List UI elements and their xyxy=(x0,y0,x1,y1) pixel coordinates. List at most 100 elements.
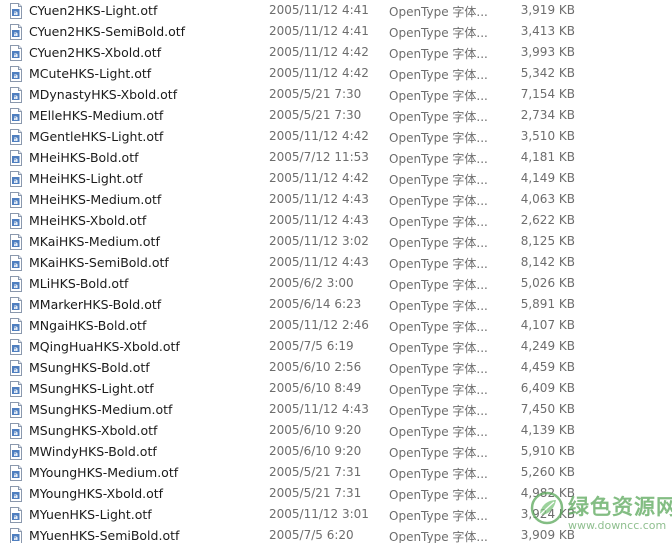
file-size: 3,909 KB xyxy=(520,528,575,542)
svg-text:a: a xyxy=(14,135,18,143)
file-type: OpenType 字体... xyxy=(389,341,488,355)
file-name: MHeiHKS-Medium.otf xyxy=(29,192,162,207)
svg-text:a: a xyxy=(14,324,18,332)
font-file-icon: a xyxy=(9,234,23,250)
file-row[interactable]: a MCuteHKS-Light.otf 2005/11/12 4:42 OpenTy… xyxy=(0,63,672,84)
svg-text:a: a xyxy=(14,51,18,59)
file-name: MLiHKS-Bold.otf xyxy=(29,276,129,291)
file-size: 8,142 KB xyxy=(520,255,575,269)
file-row[interactable]: a MHeiHKS-Xbold.otf 2005/11/12 4:43 OpenTyp… xyxy=(0,210,672,231)
svg-text:a: a xyxy=(14,219,18,227)
svg-text:a: a xyxy=(14,387,18,395)
file-row[interactable]: a MSungHKS-Bold.otf 2005/6/10 2:56 OpenType… xyxy=(0,357,672,378)
file-row[interactable]: a CYuen2HKS-Light.otf 2005/11/12 4:41 OpenT… xyxy=(0,0,672,21)
file-row[interactable]: a MWindyHKS-Bold.otf 2005/6/10 9:20 OpenTyp… xyxy=(0,441,672,462)
svg-text:a: a xyxy=(14,366,18,374)
file-date-modified: 2005/11/12 4:43 xyxy=(269,402,369,416)
svg-text:a: a xyxy=(14,261,18,269)
file-date-modified: 2005/6/14 6:23 xyxy=(269,297,362,311)
file-size: 4,249 KB xyxy=(520,339,575,353)
font-file-icon: a xyxy=(9,339,23,355)
file-date-modified: 2005/5/21 7:31 xyxy=(269,486,362,500)
file-size: 5,260 KB xyxy=(520,465,575,479)
file-size: 3,924 KB xyxy=(520,507,575,521)
file-type: OpenType 字体... xyxy=(389,131,488,145)
file-size: 2,734 KB xyxy=(520,108,575,122)
file-type: OpenType 字体... xyxy=(389,89,488,103)
file-row[interactable]: a MHeiHKS-Light.otf 2005/11/12 4:42 OpenTyp… xyxy=(0,168,672,189)
file-type: OpenType 字体... xyxy=(389,320,488,334)
file-type: OpenType 字体... xyxy=(389,299,488,313)
file-row[interactable]: a MKaiHKS-SemiBold.otf 2005/11/12 4:43 Open… xyxy=(0,252,672,273)
file-row[interactable]: a CYuen2HKS-SemiBold.otf 2005/11/12 4:41 Op… xyxy=(0,21,672,42)
file-date-modified: 2005/6/10 8:49 xyxy=(269,381,362,395)
file-date-modified: 2005/6/10 9:20 xyxy=(269,423,362,437)
file-name: MElleHKS-Medium.otf xyxy=(29,108,164,123)
file-row[interactable]: a MYoungHKS-Xbold.otf 2005/5/21 7:31 OpenTy… xyxy=(0,483,672,504)
font-file-icon: a xyxy=(9,255,23,271)
file-date-modified: 2005/11/12 4:42 xyxy=(269,45,369,59)
font-file-icon: a xyxy=(9,297,23,313)
file-row[interactable]: a MYoungHKS-Medium.otf 2005/5/21 7:31 OpenT… xyxy=(0,462,672,483)
file-name: MYuenHKS-Light.otf xyxy=(29,507,152,522)
file-size: 3,993 KB xyxy=(520,45,575,59)
file-row[interactable]: a MKaiHKS-Medium.otf 2005/11/12 3:02 OpenTy… xyxy=(0,231,672,252)
file-row[interactable]: a MYuenHKS-Light.otf 2005/11/12 3:01 OpenTy… xyxy=(0,504,672,525)
file-type: OpenType 字体... xyxy=(389,278,488,292)
font-file-icon: a xyxy=(9,3,23,19)
file-row[interactable]: a MHeiHKS-Bold.otf 2005/7/12 11:53 OpenType… xyxy=(0,147,672,168)
file-date-modified: 2005/7/5 6:20 xyxy=(269,528,354,542)
file-row[interactable]: a MSungHKS-Medium.otf 2005/11/12 4:43 OpenT… xyxy=(0,399,672,420)
file-date-modified: 2005/11/12 4:43 xyxy=(269,192,369,206)
font-file-icon: a xyxy=(9,528,23,543)
file-row[interactable]: a MSungHKS-Xbold.otf 2005/6/10 9:20 OpenTyp… xyxy=(0,420,672,441)
file-type: OpenType 字体... xyxy=(389,362,488,376)
font-file-icon: a xyxy=(9,423,23,439)
svg-text:a: a xyxy=(14,93,18,101)
file-type: OpenType 字体... xyxy=(389,47,488,61)
file-type: OpenType 字体... xyxy=(389,110,488,124)
file-name: MKaiHKS-SemiBold.otf xyxy=(29,255,169,270)
svg-text:a: a xyxy=(14,114,18,122)
file-size: 7,450 KB xyxy=(520,402,575,416)
file-name: MHeiHKS-Bold.otf xyxy=(29,150,139,165)
file-size: 4,149 KB xyxy=(520,171,575,185)
file-row[interactable]: a MGentleHKS-Light.otf 2005/11/12 4:42 Open… xyxy=(0,126,672,147)
file-row[interactable]: a MMarkerHKS-Bold.otf 2005/6/14 6:23 OpenTy… xyxy=(0,294,672,315)
file-name: MWindyHKS-Bold.otf xyxy=(29,444,157,459)
font-file-icon: a xyxy=(9,129,23,145)
svg-text:a: a xyxy=(14,492,18,500)
file-size: 2,622 KB xyxy=(520,213,575,227)
file-size: 5,342 KB xyxy=(520,66,575,80)
file-row[interactable]: a MLiHKS-Bold.otf 2005/6/2 3:00 OpenType 字体… xyxy=(0,273,672,294)
svg-text:a: a xyxy=(14,534,18,542)
font-file-icon: a xyxy=(9,507,23,523)
file-size: 5,891 KB xyxy=(520,297,575,311)
font-file-icon: a xyxy=(9,150,23,166)
file-row[interactable]: a MQingHuaHKS-Xbold.otf 2005/7/5 6:19 OpenT… xyxy=(0,336,672,357)
file-type: OpenType 字体... xyxy=(389,68,488,82)
file-type: OpenType 字体... xyxy=(389,404,488,418)
font-file-icon: a xyxy=(9,87,23,103)
file-name: CYuen2HKS-Light.otf xyxy=(29,3,158,18)
file-name: MHeiHKS-Light.otf xyxy=(29,171,143,186)
font-file-icon: a xyxy=(9,465,23,481)
file-name: CYuen2HKS-Xbold.otf xyxy=(29,45,162,60)
file-name: MSungHKS-Medium.otf xyxy=(29,402,173,417)
font-file-icon: a xyxy=(9,360,23,376)
file-row[interactable]: a MSungHKS-Light.otf 2005/6/10 8:49 OpenTyp… xyxy=(0,378,672,399)
file-row[interactable]: a MNgaiHKS-Bold.otf 2005/11/12 2:46 OpenTyp… xyxy=(0,315,672,336)
file-row[interactable]: a MDynastyHKS-Xbold.otf 2005/5/21 7:30 Open… xyxy=(0,84,672,105)
file-size: 4,139 KB xyxy=(520,423,575,437)
file-name: MYoungHKS-Xbold.otf xyxy=(29,486,164,501)
file-row[interactable]: a MYuenHKS-SemiBold.otf 2005/7/5 6:20 OpenT… xyxy=(0,525,672,543)
file-size: 6,409 KB xyxy=(520,381,575,395)
file-name: MHeiHKS-Xbold.otf xyxy=(29,213,147,228)
file-row[interactable]: a MHeiHKS-Medium.otf 2005/11/12 4:43 OpenTy… xyxy=(0,189,672,210)
file-row[interactable]: a CYuen2HKS-Xbold.otf 2005/11/12 4:42 OpenT… xyxy=(0,42,672,63)
file-date-modified: 2005/11/12 4:42 xyxy=(269,129,369,143)
file-name: MSungHKS-Light.otf xyxy=(29,381,154,396)
svg-text:a: a xyxy=(14,156,18,164)
file-date-modified: 2005/11/12 4:43 xyxy=(269,213,369,227)
file-row[interactable]: a MElleHKS-Medium.otf 2005/5/21 7:30 OpenTy… xyxy=(0,105,672,126)
